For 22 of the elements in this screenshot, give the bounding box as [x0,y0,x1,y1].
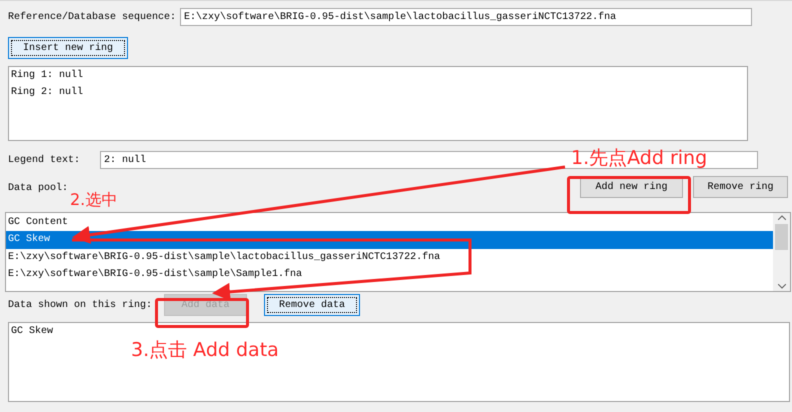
scroll-up-icon[interactable] [778,215,786,220]
reference-label: Reference/Database sequence: [8,12,176,22]
remove-data-button[interactable]: Remove data [264,294,360,316]
scroll-down-icon[interactable] [778,284,786,289]
ring-entry[interactable]: Ring 2: null [11,87,745,99]
data-shown-label: Data shown on this ring: [8,300,152,310]
data-pool-item[interactable]: E:\zxy\software\BRIG-0.95-dist\sample\lactobacillus_gasseriNCTC13722.fna [6,248,773,266]
insert-ring-button[interactable]: Insert new ring [8,37,128,59]
annotation-text: 2.选中 [70,192,118,208]
data-pool-item[interactable]: GC Content [6,214,773,232]
ring-entry[interactable]: Ring 1: null [11,70,745,82]
data-pool-label: Data pool: [8,183,68,194]
annotation-text: 3.点击 Add data [131,341,279,360]
scrollbar[interactable] [773,213,790,291]
reference-field[interactable]: E:\zxy\software\BRIG-0.95-dist\sample\lactobacillus_gasseriNCTC13722.fna [180,8,752,26]
legend-label: Legend text: [8,154,80,166]
data-pool-item[interactable]: E:\zxy\software\BRIG-0.95-dist\sample\Sample1.fna [6,266,773,284]
ring-list[interactable]: Ring 1: null Ring 2: null [8,66,748,141]
annotation-text: 1.先点Add ring [571,149,708,168]
data-pool-list[interactable]: GC Content GC Skew E:\zxy\software\BRIG-0.95-dist\sample\lactobacillus_gasseriNCTC13722.fna E:\zxy\software\BRIG-0.95-dist\sample\Sample1.fna [5,212,791,292]
remove-ring-button[interactable]: Remove ring [693,176,788,198]
data-shown-entry[interactable]: GC Skew [11,326,787,338]
